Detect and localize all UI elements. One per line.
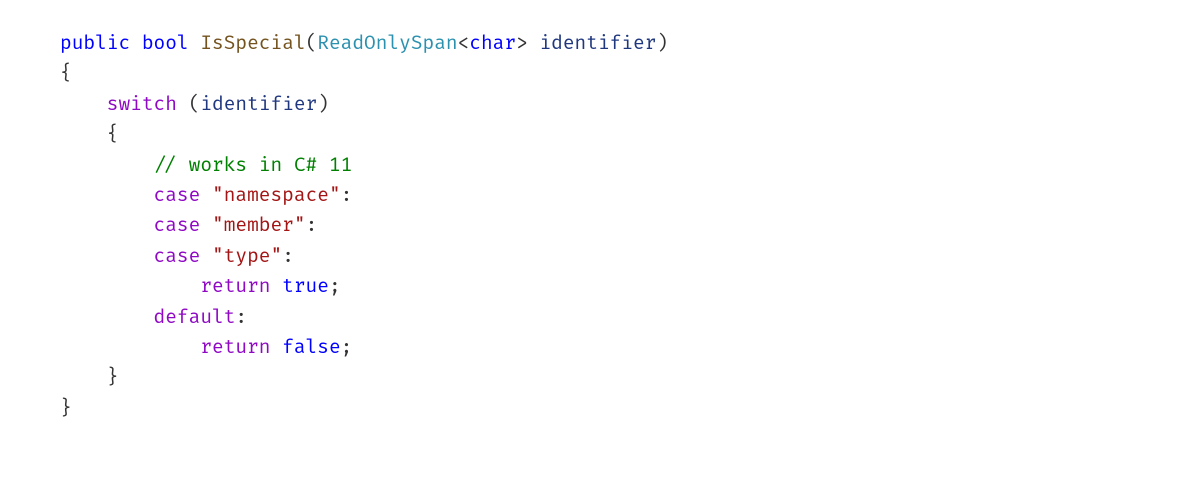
semicolon-1: ; [329,274,341,298]
colon-2: : [306,213,318,237]
keyword-return-2: return [200,335,270,359]
comment-line: // works in C# 11 [154,153,353,177]
keyword-case-1: case [154,183,201,207]
keyword-public: public [60,31,130,55]
keyword-case-3: case [154,244,201,268]
method-name: IsSpecial [200,31,305,55]
colon-4: : [235,305,247,329]
angle-close: > [516,31,528,55]
literal-true: true [282,274,329,298]
type-readonlyspan: ReadOnlySpan [317,31,457,55]
paren-open: ( [306,31,318,55]
string-type: "type" [212,244,282,268]
keyword-switch: switch [107,92,177,116]
keyword-default: default [154,305,236,329]
paren-close: ) [656,31,668,55]
colon-1: : [341,183,353,207]
switch-brace-open: { [107,122,119,146]
literal-false: false [282,335,340,359]
brace-open: { [60,61,72,85]
param-identifier: identifier [539,31,656,55]
angle-open: < [458,31,470,55]
string-namespace: "namespace" [212,183,341,207]
switch-identifier: identifier [200,92,317,116]
string-member: "member" [212,213,306,237]
keyword-case-2: case [154,213,201,237]
keyword-bool: bool [142,31,189,55]
switch-paren-close: ) [317,92,329,116]
semicolon-2: ; [341,335,353,359]
keyword-return-1: return [200,274,270,298]
keyword-char: char [469,31,516,55]
switch-brace-close: } [107,365,119,389]
switch-paren-open: ( [189,92,201,116]
colon-3: : [282,244,294,268]
brace-close: } [60,396,72,420]
code-snippet: public bool IsSpecial(ReadOnlySpan<char>… [0,0,1200,451]
